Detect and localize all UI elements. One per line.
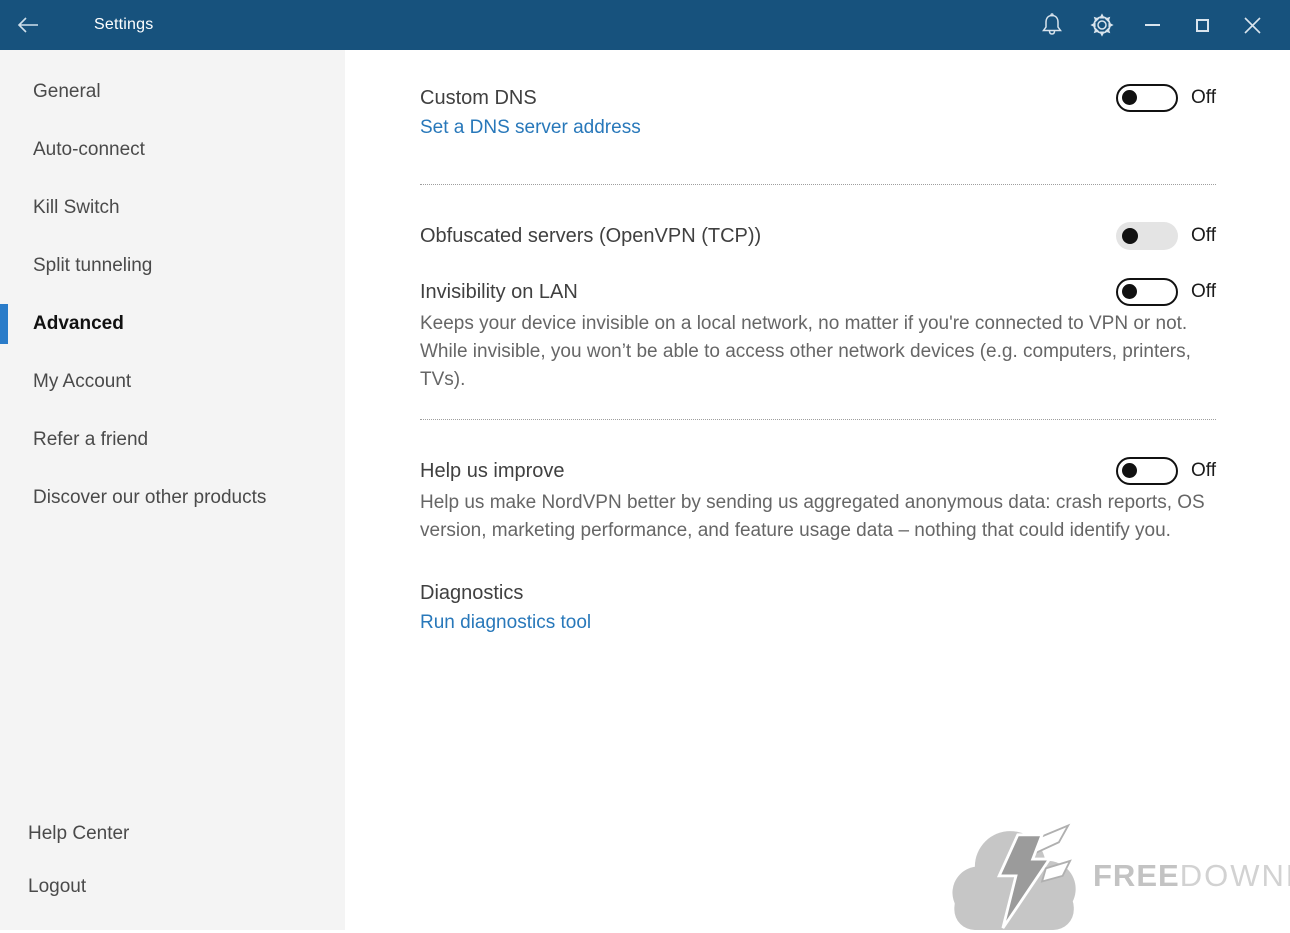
sidebar-item-label: Advanced	[33, 313, 124, 335]
custom-dns-toggle[interactable]	[1116, 84, 1178, 112]
sidebar-item-kill-switch[interactable]: Kill Switch	[0, 179, 345, 237]
sidebar-item-help-center[interactable]: Help Center	[0, 807, 345, 860]
obfuscated-servers-toggle-state: Off	[1191, 225, 1216, 247]
bell-icon	[1041, 13, 1063, 37]
sidebar-item-label: Discover our other products	[33, 487, 266, 509]
sidebar-item-label: Split tunneling	[33, 255, 152, 277]
sidebar-item-advanced[interactable]: Advanced	[0, 295, 345, 353]
toggle-knob	[1122, 284, 1137, 299]
sidebar-item-discover-products[interactable]: Discover our other products	[0, 469, 345, 527]
sidebar-item-label: Help Center	[28, 823, 129, 845]
maximize-button[interactable]	[1177, 0, 1227, 50]
diagnostics-row: Diagnostics Run diagnostics tool	[420, 578, 1216, 638]
help-us-improve-toggle[interactable]	[1116, 457, 1178, 485]
sidebar-item-logout[interactable]: Logout	[0, 860, 345, 913]
settings-sidebar: General Auto-connect Kill Switch Split t…	[0, 50, 345, 930]
back-button[interactable]	[0, 0, 56, 50]
sidebar-item-label: Auto-connect	[33, 139, 145, 161]
obfuscated-servers-title: Obfuscated servers (OpenVPN (TCP))	[420, 221, 761, 251]
gear-icon	[1090, 13, 1114, 37]
invisibility-lan-description: Keeps your device invisible on a local n…	[420, 310, 1212, 394]
invisibility-lan-toggle-state: Off	[1191, 281, 1216, 303]
sidebar-item-general[interactable]: General	[0, 63, 345, 121]
diagnostics-title: Diagnostics	[420, 578, 1216, 608]
invisibility-lan-toggle[interactable]	[1116, 278, 1178, 306]
sidebar-item-label: Refer a friend	[33, 429, 148, 451]
sidebar-item-my-account[interactable]: My Account	[0, 353, 345, 411]
set-dns-link[interactable]: Set a DNS server address	[420, 113, 641, 143]
sidebar-item-auto-connect[interactable]: Auto-connect	[0, 121, 345, 179]
advanced-settings-panel: Custom DNS Set a DNS server address Off …	[345, 50, 1290, 930]
help-us-improve-description: Help us make NordVPN better by sending u…	[420, 489, 1212, 545]
obfuscated-servers-row: Obfuscated servers (OpenVPN (TCP)) Off	[420, 221, 1216, 251]
titlebar: Settings	[0, 0, 1290, 50]
help-us-improve-title: Help us improve	[420, 456, 565, 486]
toggle-knob	[1122, 463, 1137, 478]
active-indicator	[0, 304, 8, 344]
maximize-icon	[1196, 19, 1209, 32]
sidebar-item-refer-a-friend[interactable]: Refer a friend	[0, 411, 345, 469]
invisibility-lan-title: Invisibility on LAN	[420, 277, 578, 307]
obfuscated-servers-toggle[interactable]	[1116, 222, 1178, 250]
help-us-improve-row: Help us improve Off	[420, 456, 1216, 486]
minimize-button[interactable]	[1127, 0, 1177, 50]
window-title: Settings	[94, 16, 153, 34]
close-icon	[1244, 17, 1261, 34]
sidebar-item-label: General	[33, 81, 101, 103]
sidebar-item-label: Logout	[28, 876, 86, 898]
minimize-icon	[1145, 24, 1160, 26]
back-arrow-icon	[17, 16, 39, 34]
toggle-knob	[1122, 228, 1138, 244]
custom-dns-toggle-state: Off	[1191, 87, 1216, 109]
custom-dns-row: Custom DNS Set a DNS server address Off	[420, 83, 1216, 143]
settings-button[interactable]	[1077, 0, 1127, 50]
invisibility-lan-row: Invisibility on LAN Off	[420, 277, 1216, 307]
run-diagnostics-link[interactable]: Run diagnostics tool	[420, 608, 1216, 638]
section-divider	[420, 419, 1216, 420]
custom-dns-title: Custom DNS	[420, 83, 641, 113]
toggle-knob	[1122, 90, 1137, 105]
help-us-improve-toggle-state: Off	[1191, 460, 1216, 482]
close-button[interactable]	[1227, 0, 1277, 50]
sidebar-item-split-tunneling[interactable]: Split tunneling	[0, 237, 345, 295]
sidebar-item-label: My Account	[33, 371, 131, 393]
sidebar-item-label: Kill Switch	[33, 197, 120, 219]
section-divider	[420, 184, 1216, 185]
notifications-button[interactable]	[1027, 0, 1077, 50]
